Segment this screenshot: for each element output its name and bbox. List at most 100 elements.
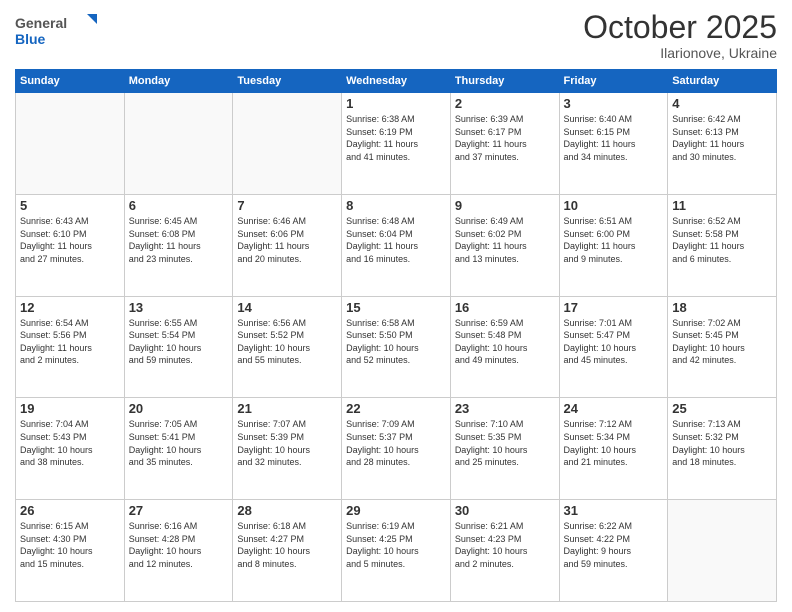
location: Ilarionove, Ukraine — [583, 45, 777, 61]
day-info: Sunrise: 6:15 AM Sunset: 4:30 PM Dayligh… — [20, 520, 120, 570]
day-number: 26 — [20, 503, 120, 518]
day-number: 3 — [564, 96, 664, 111]
day-info: Sunrise: 7:10 AM Sunset: 5:35 PM Dayligh… — [455, 418, 555, 468]
col-sunday: Sunday — [16, 70, 125, 93]
table-row: 8 Sunrise: 6:48 AM Sunset: 6:04 PM Daylig… — [342, 194, 451, 296]
table-row: 1Sunrise: 6:38 AM Sunset: 6:19 PM Daylig… — [342, 93, 451, 195]
calendar-table: Sunday Monday Tuesday Wednesday Thursday… — [15, 69, 777, 602]
col-monday: Monday — [124, 70, 233, 93]
month-title: October 2025 — [583, 10, 777, 45]
table-row: 18 Sunrise: 7:02 AM Sunset: 5:45 PM Dayli… — [668, 296, 777, 398]
day-info: Sunrise: 6:49 AM Sunset: 6:02 PM Dayligh… — [455, 215, 555, 265]
day-number: 16 — [455, 300, 555, 315]
day-info: Sunrise: 6:16 AM Sunset: 4:28 PM Dayligh… — [129, 520, 229, 570]
day-number: 11 — [672, 198, 772, 213]
day-number: 13 — [129, 300, 229, 315]
day-number: 23 — [455, 401, 555, 416]
col-tuesday: Tuesday — [233, 70, 342, 93]
day-info: Sunrise: 6:18 AM Sunset: 4:27 PM Dayligh… — [237, 520, 337, 570]
table-row: 30 Sunrise: 6:21 AM Sunset: 4:23 PM Dayli… — [450, 500, 559, 602]
day-number: 6 — [129, 198, 229, 213]
day-info: Sunrise: 6:43 AM Sunset: 6:10 PM Dayligh… — [20, 215, 120, 265]
table-row — [16, 93, 125, 195]
col-friday: Friday — [559, 70, 668, 93]
table-row: 27 Sunrise: 6:16 AM Sunset: 4:28 PM Dayli… — [124, 500, 233, 602]
day-number: 31 — [564, 503, 664, 518]
table-row: 17Sunrise: 7:01 AM Sunset: 5:47 PM Dayli… — [559, 296, 668, 398]
calendar-week-row: 12 Sunrise: 6:54 AM Sunset: 5:56 PM Dayli… — [16, 296, 777, 398]
table-row: 29Sunrise: 6:19 AM Sunset: 4:25 PM Dayli… — [342, 500, 451, 602]
day-number: 30 — [455, 503, 555, 518]
day-info: Sunrise: 6:39 AM Sunset: 6:17 PM Dayligh… — [455, 113, 555, 163]
day-info: Sunrise: 7:04 AM Sunset: 5:43 PM Dayligh… — [20, 418, 120, 468]
day-info: Sunrise: 7:02 AM Sunset: 5:45 PM Dayligh… — [672, 317, 772, 367]
day-number: 29 — [346, 503, 446, 518]
svg-text:Blue: Blue — [15, 31, 46, 47]
table-row: 10Sunrise: 6:51 AM Sunset: 6:00 PM Dayli… — [559, 194, 668, 296]
table-row: 9Sunrise: 6:49 AM Sunset: 6:02 PM Daylig… — [450, 194, 559, 296]
calendar-header-row: Sunday Monday Tuesday Wednesday Thursday… — [16, 70, 777, 93]
day-info: Sunrise: 6:56 AM Sunset: 5:52 PM Dayligh… — [237, 317, 337, 367]
table-row: 13 Sunrise: 6:55 AM Sunset: 5:54 PM Dayli… — [124, 296, 233, 398]
table-row: 14 Sunrise: 6:56 AM Sunset: 5:52 PM Dayli… — [233, 296, 342, 398]
table-row: 25 Sunrise: 7:13 AM Sunset: 5:32 PM Dayli… — [668, 398, 777, 500]
day-number: 19 — [20, 401, 120, 416]
table-row: 4Sunrise: 6:42 AM Sunset: 6:13 PM Daylig… — [668, 93, 777, 195]
day-info: Sunrise: 7:07 AM Sunset: 5:39 PM Dayligh… — [237, 418, 337, 468]
day-info: Sunrise: 7:09 AM Sunset: 5:37 PM Dayligh… — [346, 418, 446, 468]
page: General Blue October 2025 Ilarionove, Uk… — [0, 0, 792, 612]
day-number: 18 — [672, 300, 772, 315]
day-info: Sunrise: 6:45 AM Sunset: 6:08 PM Dayligh… — [129, 215, 229, 265]
day-info: Sunrise: 6:55 AM Sunset: 5:54 PM Dayligh… — [129, 317, 229, 367]
table-row: 3 Sunrise: 6:40 AM Sunset: 6:15 PM Daylig… — [559, 93, 668, 195]
calendar-week-row: 19 Sunrise: 7:04 AM Sunset: 5:43 PM Dayli… — [16, 398, 777, 500]
day-number: 5 — [20, 198, 120, 213]
day-number: 17 — [564, 300, 664, 315]
day-info: Sunrise: 6:42 AM Sunset: 6:13 PM Dayligh… — [672, 113, 772, 163]
day-info: Sunrise: 7:05 AM Sunset: 5:41 PM Dayligh… — [129, 418, 229, 468]
day-info: Sunrise: 7:13 AM Sunset: 5:32 PM Dayligh… — [672, 418, 772, 468]
day-number: 15 — [346, 300, 446, 315]
table-row: 5 Sunrise: 6:43 AM Sunset: 6:10 PM Daylig… — [16, 194, 125, 296]
logo: General Blue — [15, 10, 105, 60]
calendar-week-row: 5 Sunrise: 6:43 AM Sunset: 6:10 PM Daylig… — [16, 194, 777, 296]
calendar-week-row: 26 Sunrise: 6:15 AM Sunset: 4:30 PM Dayli… — [16, 500, 777, 602]
table-row: 19 Sunrise: 7:04 AM Sunset: 5:43 PM Dayli… — [16, 398, 125, 500]
table-row — [668, 500, 777, 602]
day-number: 2 — [455, 96, 555, 111]
table-row: 2 Sunrise: 6:39 AM Sunset: 6:17 PM Daylig… — [450, 93, 559, 195]
table-row: 11Sunrise: 6:52 AM Sunset: 5:58 PM Dayli… — [668, 194, 777, 296]
table-row: 24Sunrise: 7:12 AM Sunset: 5:34 PM Dayli… — [559, 398, 668, 500]
day-info: Sunrise: 7:12 AM Sunset: 5:34 PM Dayligh… — [564, 418, 664, 468]
day-number: 12 — [20, 300, 120, 315]
col-wednesday: Wednesday — [342, 70, 451, 93]
day-info: Sunrise: 6:22 AM Sunset: 4:22 PM Dayligh… — [564, 520, 664, 570]
col-saturday: Saturday — [668, 70, 777, 93]
day-number: 10 — [564, 198, 664, 213]
table-row: 28 Sunrise: 6:18 AM Sunset: 4:27 PM Dayli… — [233, 500, 342, 602]
day-info: Sunrise: 6:54 AM Sunset: 5:56 PM Dayligh… — [20, 317, 120, 367]
day-number: 21 — [237, 401, 337, 416]
day-number: 25 — [672, 401, 772, 416]
table-row — [233, 93, 342, 195]
table-row: 31 Sunrise: 6:22 AM Sunset: 4:22 PM Dayli… — [559, 500, 668, 602]
table-row: 20Sunrise: 7:05 AM Sunset: 5:41 PM Dayli… — [124, 398, 233, 500]
day-info: Sunrise: 6:38 AM Sunset: 6:19 PM Dayligh… — [346, 113, 446, 163]
day-number: 28 — [237, 503, 337, 518]
table-row — [124, 93, 233, 195]
header: General Blue October 2025 Ilarionove, Uk… — [15, 10, 777, 61]
logo-block: General Blue — [15, 10, 105, 60]
day-number: 8 — [346, 198, 446, 213]
calendar-week-row: 1Sunrise: 6:38 AM Sunset: 6:19 PM Daylig… — [16, 93, 777, 195]
day-number: 14 — [237, 300, 337, 315]
day-info: Sunrise: 6:48 AM Sunset: 6:04 PM Dayligh… — [346, 215, 446, 265]
day-number: 27 — [129, 503, 229, 518]
table-row: 22Sunrise: 7:09 AM Sunset: 5:37 PM Dayli… — [342, 398, 451, 500]
day-info: Sunrise: 6:58 AM Sunset: 5:50 PM Dayligh… — [346, 317, 446, 367]
table-row: 15 Sunrise: 6:58 AM Sunset: 5:50 PM Dayli… — [342, 296, 451, 398]
day-info: Sunrise: 6:46 AM Sunset: 6:06 PM Dayligh… — [237, 215, 337, 265]
table-row: 21 Sunrise: 7:07 AM Sunset: 5:39 PM Dayli… — [233, 398, 342, 500]
day-info: Sunrise: 6:21 AM Sunset: 4:23 PM Dayligh… — [455, 520, 555, 570]
table-row: 16Sunrise: 6:59 AM Sunset: 5:48 PM Dayli… — [450, 296, 559, 398]
day-info: Sunrise: 6:40 AM Sunset: 6:15 PM Dayligh… — [564, 113, 664, 163]
